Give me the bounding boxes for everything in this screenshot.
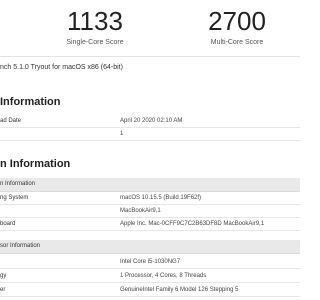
single-core-score-label: Single-Core Score — [66, 39, 124, 46]
upload-date-label: ad Date — [0, 118, 22, 124]
views-value: 1 — [120, 131, 124, 137]
multi-core-score-value: 2700 — [208, 6, 266, 36]
topology-label: gy — [0, 273, 7, 279]
score-header: 1133 Single-Core Score 2700 Multi-Core S… — [0, 0, 300, 57]
model-row: MacBookAir9,1 — [0, 205, 300, 218]
single-core-score-block: 1133 Single-Core Score — [30, 0, 160, 48]
system-information-subheader: n Information — [0, 178, 300, 192]
identifier-value: GenuineIntel Family 6 Model 126 Stepping… — [120, 287, 239, 293]
upload-date-row: ad Date April 20 2020 02:10 AM — [0, 115, 300, 128]
multi-core-score-label: Multi-Core Score — [210, 39, 264, 46]
upload-date-value: April 20 2020 02:10 AM — [120, 118, 183, 124]
views-row: 1 — [0, 128, 300, 141]
identifier-label: er — [0, 287, 6, 293]
multi-core-score-block: 2700 Multi-Core Score — [172, 0, 300, 48]
model-value: MacBookAir9,1 — [120, 208, 161, 214]
motherboard-value: Apple Inc. Mac-0CFF9C7C2B63DF8D MacBookA… — [120, 221, 265, 227]
topology-value: 1 Processor, 4 Cores, 8 Threads — [120, 273, 207, 279]
processor-information-subheader: sor Information — [0, 240, 300, 254]
system-information-heading: n Information — [0, 158, 71, 170]
result-information-heading: Information — [0, 96, 61, 108]
benchmark-version-text: nch 5.1.0 Tryout for macOS x86 (64-bit) — [0, 64, 123, 71]
topology-row: gy 1 Processor, 4 Cores, 8 Threads — [0, 270, 300, 283]
motherboard-label: board — [0, 221, 16, 227]
operating-system-row: ng System macOS 10.15.5 (Build 19F62f) — [0, 192, 300, 205]
operating-system-value: macOS 10.15.5 (Build 19F62f) — [120, 195, 202, 201]
geekbench-result-page: 1133 Single-Core Score 2700 Multi-Core S… — [0, 0, 300, 300]
operating-system-label: ng System — [0, 195, 29, 201]
identifier-row: er GenuineIntel Family 6 Model 126 Stepp… — [0, 284, 300, 297]
processor-name-row: Intel Core i5-1030NG7 — [0, 256, 300, 269]
single-core-score-value: 1133 — [67, 6, 123, 36]
motherboard-row: board Apple Inc. Mac-0CFF9C7C2B63DF8D Ma… — [0, 218, 300, 231]
processor-name-value: Intel Core i5-1030NG7 — [120, 259, 181, 265]
